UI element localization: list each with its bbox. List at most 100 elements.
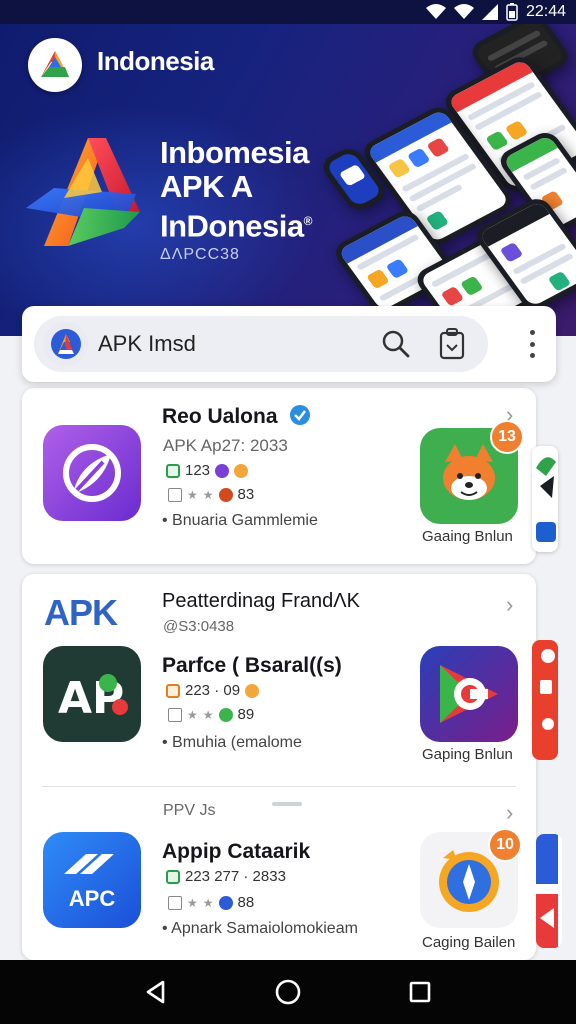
select-checkbox[interactable] xyxy=(168,487,182,502)
section-title[interactable]: Peatterdinag FrandΛK xyxy=(162,590,360,613)
app-title-text: Reo Ualona xyxy=(162,405,278,428)
wifi-icon xyxy=(425,4,446,19)
wifi-icon xyxy=(453,4,474,19)
hero-title-line-3-text: InDonesia xyxy=(160,208,304,244)
notification-badge: 10 xyxy=(488,828,522,862)
download-icon xyxy=(166,463,180,478)
drag-handle[interactable] xyxy=(272,802,302,806)
search-icon[interactable] xyxy=(378,326,414,362)
chevron-right-icon[interactable]: › xyxy=(506,800,513,826)
clipboard-icon[interactable] xyxy=(434,326,470,362)
app-mini-icon xyxy=(218,707,233,722)
rating-dot-icon xyxy=(215,463,230,478)
app-mini-icon xyxy=(218,487,233,502)
trademark-mark: ® xyxy=(303,214,313,228)
brand-name: Indonesia xyxy=(97,46,214,76)
system-nav-bar xyxy=(0,960,576,1024)
star-icon: ★ xyxy=(202,487,214,502)
hero-logo-mark xyxy=(26,138,140,246)
select-checkbox[interactable] xyxy=(168,707,182,722)
hero-title-line-2: APK A xyxy=(160,169,253,204)
ap-logo-icon: AP xyxy=(58,673,128,724)
brand-logo-icon xyxy=(41,51,69,77)
recents-square-icon xyxy=(409,981,431,1003)
related-app-icon[interactable] xyxy=(420,646,518,742)
app-stat-value: 223 277 · 2833 xyxy=(185,868,286,885)
home-circle-icon xyxy=(275,979,301,1005)
status-time: 22:44 xyxy=(525,3,566,20)
download-icon xyxy=(166,683,180,698)
bird-icon xyxy=(536,457,556,542)
download-icon xyxy=(166,869,180,884)
status-bar: 22:44 xyxy=(0,0,576,24)
star-icon: ★ xyxy=(202,895,214,910)
play-c-icon xyxy=(440,665,498,723)
avatar-logo-icon xyxy=(51,329,81,359)
rating-dot-icon xyxy=(234,463,249,478)
app-peek-icon xyxy=(540,649,555,730)
chevron-right-icon[interactable]: › xyxy=(506,592,513,618)
apc-logo-icon: APC xyxy=(64,854,116,911)
related-app-label[interactable]: Caging Bailen xyxy=(422,934,515,951)
app-rating-row: ★ ★ 89 xyxy=(168,706,254,723)
app-stats-row: 123 xyxy=(166,462,249,479)
hero-banner: Indonesia Inbomesia APK A InDonesia® ΔΛΡ… xyxy=(0,24,576,336)
app-stat-value: 123 xyxy=(185,462,211,479)
app-meta: APK Ap27: 2033 xyxy=(163,436,288,455)
star-icon: ★ xyxy=(202,707,214,722)
app-description: • Apnark Samaiolomokieam xyxy=(162,920,358,937)
related-app-label[interactable]: Gaping Bnlun xyxy=(422,746,513,763)
signal-icon xyxy=(481,4,498,20)
hero-title-line-1: Inbomesia xyxy=(160,135,309,170)
search-bar[interactable]: APK Imsd xyxy=(34,316,488,372)
nav-back-button[interactable] xyxy=(136,972,176,1012)
app-section-card: APK Peatterdinag FrandΛK @S3:0438 › AP P… xyxy=(22,574,536,960)
notification-badge: 13 xyxy=(490,420,524,454)
section-logo-text: APK xyxy=(44,592,118,633)
app-title[interactable]: Appip Cataarik xyxy=(162,840,310,864)
hero-subtitle: ΔΛΡCC38 xyxy=(160,246,240,263)
verified-badge-icon xyxy=(290,405,311,425)
app-logo-avatar[interactable] xyxy=(44,322,88,366)
more-menu-icon[interactable] xyxy=(528,330,536,358)
app-peek-icon xyxy=(536,834,558,948)
rating-dot-icon xyxy=(245,683,260,698)
select-checkbox[interactable] xyxy=(168,895,182,910)
app-stats-row: 223 · 09 xyxy=(166,682,260,699)
app-card[interactable]: Reo Ualona APK Ap27: 2033 123 ★ ★ 83 • B… xyxy=(22,388,536,564)
app-stat-value: 83 xyxy=(237,486,255,503)
app-stat-value: 223 · 09 xyxy=(185,682,241,699)
divider xyxy=(42,786,516,787)
app-title[interactable]: Parfce ( Bsaral((s) xyxy=(162,654,342,678)
app-icon[interactable]: AP xyxy=(43,646,141,742)
nav-home-button[interactable] xyxy=(268,972,308,1012)
hero-title-line-3: InDonesia® xyxy=(160,204,313,244)
star-icon: ★ xyxy=(187,707,198,722)
section-logo: APK xyxy=(44,592,118,634)
app-icon[interactable] xyxy=(43,425,141,521)
app-rating-row: ★ ★ 88 xyxy=(168,894,254,911)
app-description: • Bnuaria Gammlemie xyxy=(162,512,318,529)
section-subtitle: @S3:0438 xyxy=(163,618,235,635)
app-rating-row: ★ ★ 83 xyxy=(168,486,254,503)
hero-title: Inbomesia APK A InDonesia® xyxy=(160,135,313,244)
app-title[interactable]: Reo Ualona xyxy=(162,404,311,429)
brand-logo[interactable] xyxy=(28,38,82,92)
search-input[interactable]: APK Imsd xyxy=(98,331,378,357)
next-card-peek[interactable] xyxy=(532,446,558,552)
section-title: PPV Js xyxy=(163,802,216,819)
star-icon: ★ xyxy=(187,895,198,910)
app-mini-icon xyxy=(218,895,233,910)
next-card-peek[interactable] xyxy=(532,640,558,760)
app-stats-row: 223 277 · 2833 xyxy=(166,868,286,885)
next-card-peek[interactable] xyxy=(536,834,562,948)
app-icon-text: APC xyxy=(69,886,116,911)
phones-collage xyxy=(317,24,576,336)
app-description: • Bmuhia (emalome xyxy=(162,734,302,751)
leaf-icon xyxy=(63,444,121,502)
search-card: APK Imsd xyxy=(22,306,556,382)
app-icon[interactable]: APC xyxy=(43,832,141,928)
star-icon: ★ xyxy=(187,487,198,502)
nav-recents-button[interactable] xyxy=(400,972,440,1012)
related-app-label[interactable]: Gaaing Bnlun xyxy=(422,528,513,545)
